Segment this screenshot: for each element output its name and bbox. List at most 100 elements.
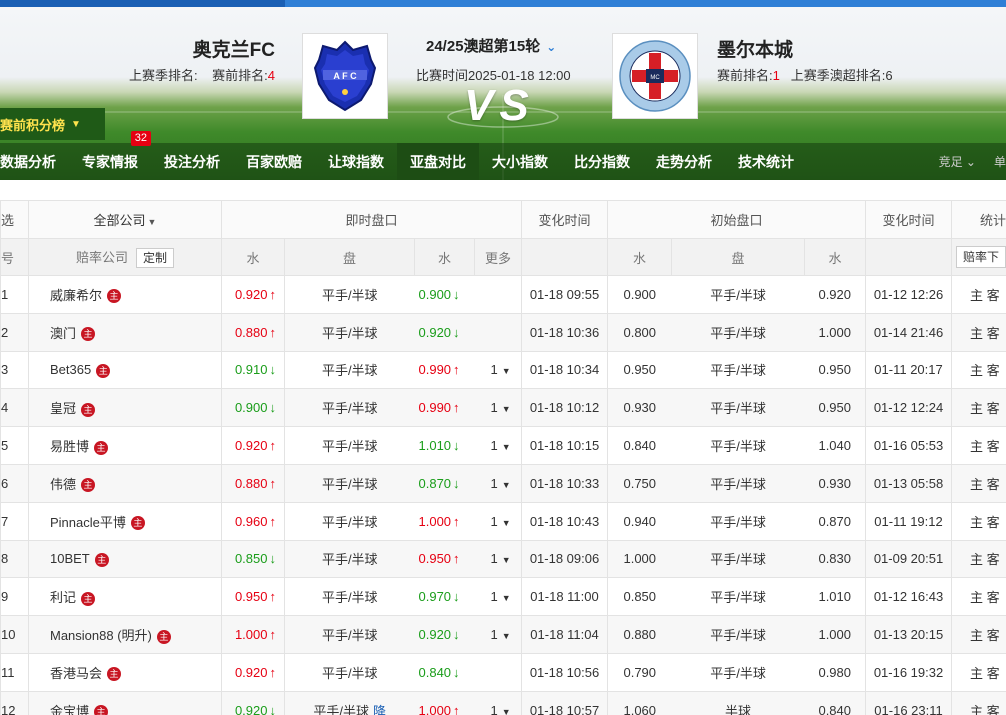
table-row[interactable]: 4 皇冠主 0.900 ↓ 平手/半球 0.990 ↑ 1 ▼ 01-18 10:12 0.930 平… [0,388,1006,428]
home-away-links[interactable]: 主 客 [951,501,1006,541]
home-away-links[interactable]: 主 客 [951,690,1006,715]
standings-dropdown-button[interactable]: 赛前积分榜 ▼ [0,108,105,140]
table-row[interactable]: 9 利记主 0.950 ↑ 平手/半球 0.970 ↓ 1 ▼ 01-18 11:00 0.850 平… [0,577,1006,617]
more-cell[interactable]: 1 ▼ [474,539,523,579]
company-cell[interactable]: 皇冠主 [28,388,222,428]
home-team-name[interactable]: 奥克兰FC [193,35,275,62]
home-away-links[interactable]: 主 客 [951,275,1006,314]
nav-tab-over-under[interactable]: 大小指数 [479,143,561,180]
company-cell[interactable]: Pinnacle平博主 [28,501,222,541]
more-dropdown[interactable]: 1 ▼ [491,551,511,566]
match-round-selector[interactable]: 24/25澳超第15轮 ⌄ [426,35,556,56]
nav-tab-european-odds[interactable]: 百家欧赔 [233,143,315,180]
company-name[interactable]: Bet365 [50,362,91,377]
table-row[interactable]: 5 易胜博主 0.920 ↑ 平手/半球 1.010 ↓ 1 ▼ 01-18 10:15 0.840… [0,426,1006,465]
table-row[interactable]: 10 Mansion88 (明升) 主 1.000 ↑ 平手/半球 0.920 ↓ 1 ▼ 01-1… [0,615,1006,654]
company-name[interactable]: 威廉希尔 [50,288,102,303]
top-progress-bar [0,0,1006,7]
company-name[interactable]: Pinnacle平博 [50,515,126,530]
more-cell[interactable]: 1 ▼ [474,388,523,428]
more-dropdown[interactable]: 1 ▼ [491,476,511,491]
nav-tab-score-index[interactable]: 比分指数 [561,143,643,180]
company-cell[interactable]: 利记主 [28,577,222,617]
home-away-links[interactable]: 主 客 [951,350,1006,390]
nav-link-single[interactable]: 单 [994,153,1006,170]
away-team-name[interactable]: 墨尔本城 [717,35,793,62]
odds-dropdown-cell: 赔率下 [951,238,1006,276]
company-name[interactable]: 利记 [50,590,76,605]
company-name[interactable]: 香港马会 [50,666,102,681]
table-row[interactable]: 8 10BET 主 0.850 ↓ 平手/半球 0.950 ↑ 1 ▼ 01-18 09:06 1.0… [0,539,1006,579]
init-water2: 0.950 [804,350,867,390]
table-row[interactable]: 11 香港马会主 0.920 ↑ 平手/半球 0.840 ↓ 01-18 10:56 0.790… [0,652,1006,692]
company-cell[interactable]: Mansion88 (明升) 主 [28,615,222,654]
more-dropdown[interactable]: 1 ▼ [491,589,511,604]
company-cell[interactable]: 10BET 主 [28,539,222,579]
more-cell[interactable]: 1 ▼ [474,690,523,715]
init-water1: 0.800 [607,312,672,352]
table-row[interactable]: 1 威廉希尔主 0.920 ↑ 平手/半球 0.900 ↓ 01-18 09:55 0.900 平… [0,275,1006,314]
nav-tab-expert-intel[interactable]: 专家情报 32 [69,131,151,180]
table-row[interactable]: 7 Pinnacle平博主 0.960 ↑ 平手/半球 1.000 ↑ 1 ▼ 01-18 10:… [0,501,1006,541]
more-cell[interactable]: 1 ▼ [474,501,523,541]
vs-mark: VS [464,81,535,130]
company-name[interactable]: 皇冠 [50,401,76,416]
more-dropdown[interactable]: 1 ▼ [491,703,511,715]
svg-text:MC: MC [650,75,660,81]
company-cell[interactable]: 威廉希尔主 [28,275,222,314]
table-row[interactable]: 2 澳门主 0.880 ↑ 平手/半球 0.920 ↓ 01-18 10:36 0.800 平手/… [0,312,1006,352]
company-name[interactable]: Mansion88 (明升) [50,628,152,643]
nav-tab-asian-handicap[interactable]: 亚盘对比 [397,143,479,180]
table-row[interactable]: 12 金宝博主 0.920 ↓ 平手/半球降 1.000 ↑ 1 ▼ 01-18 10:57 1.0… [0,690,1006,715]
more-cell[interactable]: 1 ▼ [474,350,523,390]
company-name[interactable]: 10BET [50,551,90,566]
more-cell[interactable]: 1 ▼ [474,577,523,617]
company-name[interactable]: 伟德 [50,477,76,492]
home-away-links[interactable]: 主 客 [951,539,1006,579]
away-pre-rank-label: 赛前排名: [717,68,773,83]
more-cell[interactable]: 1 ▼ [474,463,523,503]
live-water1: 0.920 ↑ [221,652,285,692]
company-cell[interactable]: Bet365 主 [28,350,222,390]
nav-tab-betting-analysis[interactable]: 投注分析 [151,143,233,180]
home-team-logo[interactable]: A F C [302,33,388,119]
company-cell[interactable]: 伟德主 [28,463,222,503]
live-handicap-col-header: 盘 [284,238,415,276]
nav-tab-data-analysis[interactable]: 数据分析 [0,143,69,180]
home-away-links[interactable]: 主 客 [951,426,1006,465]
company-cell[interactable]: 易胜博主 [28,426,222,465]
more-dropdown[interactable]: 1 ▼ [491,514,511,529]
home-away-links[interactable]: 主 客 [951,652,1006,692]
home-away-links[interactable]: 主 客 [951,615,1006,654]
more-cell[interactable]: 1 ▼ [474,615,523,654]
init-water1: 0.940 [607,501,672,541]
nav-tab-tech-stats[interactable]: 技术统计 [725,143,807,180]
more-cell[interactable]: 1 ▼ [474,426,523,465]
company-cell[interactable]: 金宝博主 [28,690,222,715]
all-company-filter[interactable]: 全部公司 ▼ [28,200,222,239]
odds-dropdown-button[interactable]: 赔率下 [956,246,1006,268]
live-handicap-value: 平手/半球 [321,552,378,568]
nav-tab-trend-analysis[interactable]: 走势分析 [643,143,725,180]
company-name[interactable]: 澳门 [50,326,76,341]
more-dropdown[interactable]: 1 ▼ [491,362,511,377]
company-name[interactable]: 易胜博 [50,439,89,454]
home-away-links[interactable]: 主 客 [951,577,1006,617]
more-dropdown[interactable]: 1 ▼ [491,400,511,415]
company-name[interactable]: 金宝博 [50,704,89,715]
more-dropdown[interactable]: 1 ▼ [491,438,511,453]
host-badge-icon: 主 [107,289,122,304]
company-cell[interactable]: 澳门主 [28,312,222,352]
nav-link-jingzu[interactable]: 竞足 ⌄ [939,153,976,170]
home-away-links[interactable]: 主 客 [951,388,1006,428]
company-cell[interactable]: 香港马会主 [28,652,222,692]
nav-tab-handicap-index[interactable]: 让球指数 [315,143,397,180]
home-away-links[interactable]: 主 客 [951,312,1006,352]
table-row[interactable]: 6 伟德主 0.880 ↑ 平手/半球 0.870 ↓ 1 ▼ 01-18 10:33 0.750 平… [0,463,1006,503]
more-dropdown[interactable]: 1 ▼ [491,627,511,642]
customize-button[interactable]: 定制 [136,247,175,268]
init-change-time: 01-16 19:32 [865,652,953,692]
home-away-links[interactable]: 主 客 [951,463,1006,503]
table-row[interactable]: 3 Bet365 主 0.910 ↓ 平手/半球 0.990 ↑ 1 ▼ 01-18 10:34 0.… [0,350,1006,390]
away-team-logo[interactable]: MC [612,33,698,119]
